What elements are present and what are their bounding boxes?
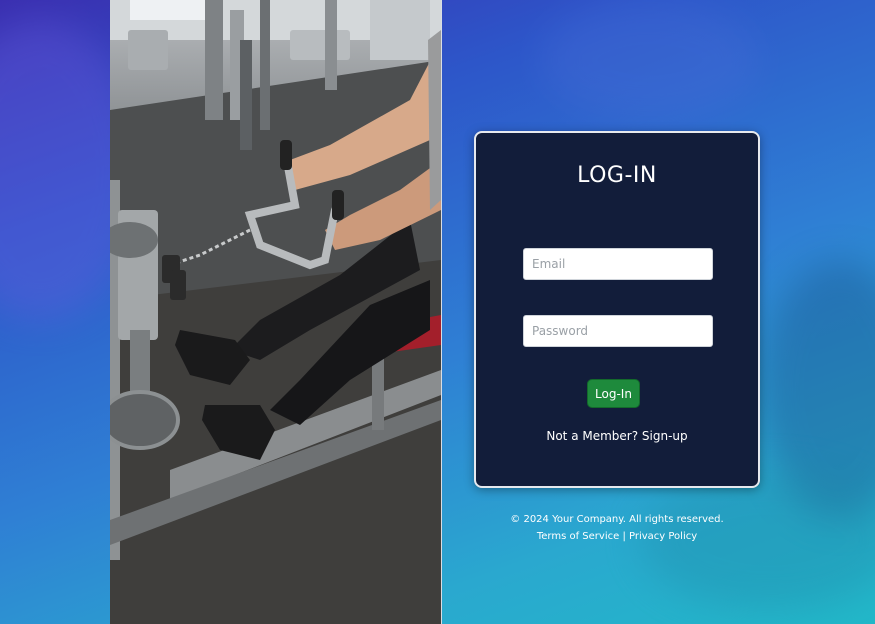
footer-separator: | [622,531,626,542]
email-input[interactable] [523,248,713,280]
login-card: LOG-IN Log-In Not a Member? Sign-up [474,131,760,488]
signup-link[interactable]: Not a Member? Sign-up [476,429,758,443]
footer: © 2024 Your Company. All rights reserved… [474,511,760,545]
footer-links: Terms of Service | Privacy Policy [474,528,760,545]
copyright-text: © 2024 Your Company. All rights reserved… [510,514,724,525]
privacy-policy-link[interactable]: Privacy Policy [629,531,697,542]
login-title: LOG-IN [577,163,657,188]
gym-photo-illustration [110,0,441,624]
terms-of-service-link[interactable]: Terms of Service [537,531,619,542]
login-button[interactable]: Log-In [587,379,640,408]
hero-gym-image [110,0,442,624]
password-input[interactable] [523,315,713,347]
background-blur-shape [540,0,760,120]
login-page: LOG-IN Log-In Not a Member? Sign-up © 20… [0,0,875,624]
